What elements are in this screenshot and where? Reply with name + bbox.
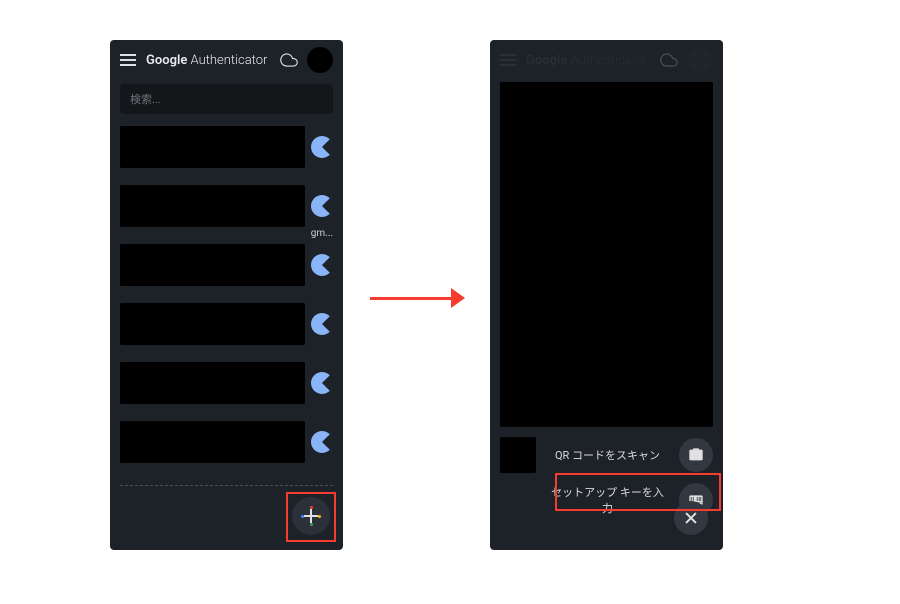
avatar <box>687 47 713 73</box>
list-item[interactable] <box>120 299 333 349</box>
phone-screenshot-list: Google Authenticator 検索... gm... <box>110 40 343 550</box>
dimmed-content <box>500 82 713 427</box>
countdown-icon <box>311 431 333 453</box>
code-content <box>120 362 305 404</box>
countdown-icon <box>311 254 333 276</box>
cloud-sync-icon[interactable] <box>279 50 299 70</box>
close-button[interactable] <box>674 501 708 535</box>
cloud-sync-icon <box>659 50 679 70</box>
scan-qr-label: QR コードをスキャン <box>546 447 669 463</box>
close-row <box>674 501 708 535</box>
content-block <box>500 437 536 473</box>
list-divider <box>120 485 333 486</box>
app-title: Google Authenticator <box>146 53 271 68</box>
camera-icon[interactable] <box>679 438 713 472</box>
add-button[interactable] <box>292 497 330 535</box>
app-title: Google Authenticator <box>526 53 651 68</box>
code-list: gm... <box>110 122 343 467</box>
code-content <box>120 244 305 286</box>
code-content <box>120 421 305 463</box>
fab-container <box>292 497 330 535</box>
countdown-icon <box>311 313 333 335</box>
phone-screenshot-options: Google Authenticator QR コードをスキャン セットアップ … <box>490 40 723 550</box>
countdown-icon <box>311 195 333 217</box>
setup-key-label: セットアップ キーを入力 <box>546 484 669 516</box>
code-content <box>120 303 305 345</box>
list-item[interactable] <box>120 122 333 172</box>
menu-icon[interactable] <box>120 51 138 69</box>
app-header-dimmed: Google Authenticator <box>490 40 723 80</box>
search-placeholder: 検索... <box>130 91 161 107</box>
list-item[interactable] <box>120 417 333 467</box>
arrow-icon <box>370 288 465 308</box>
search-input[interactable]: 検索... <box>120 84 333 114</box>
app-header: Google Authenticator <box>110 40 343 80</box>
countdown-icon <box>311 372 333 394</box>
account-label: gm... <box>311 228 333 239</box>
list-item[interactable]: gm... <box>120 240 333 290</box>
countdown-icon <box>311 136 333 158</box>
avatar[interactable] <box>307 47 333 73</box>
code-content <box>120 185 305 227</box>
scan-qr-option[interactable]: QR コードをスキャン <box>500 437 713 473</box>
list-item[interactable] <box>120 358 333 408</box>
code-content <box>120 126 305 168</box>
menu-icon <box>500 51 518 69</box>
list-item[interactable] <box>120 181 333 231</box>
